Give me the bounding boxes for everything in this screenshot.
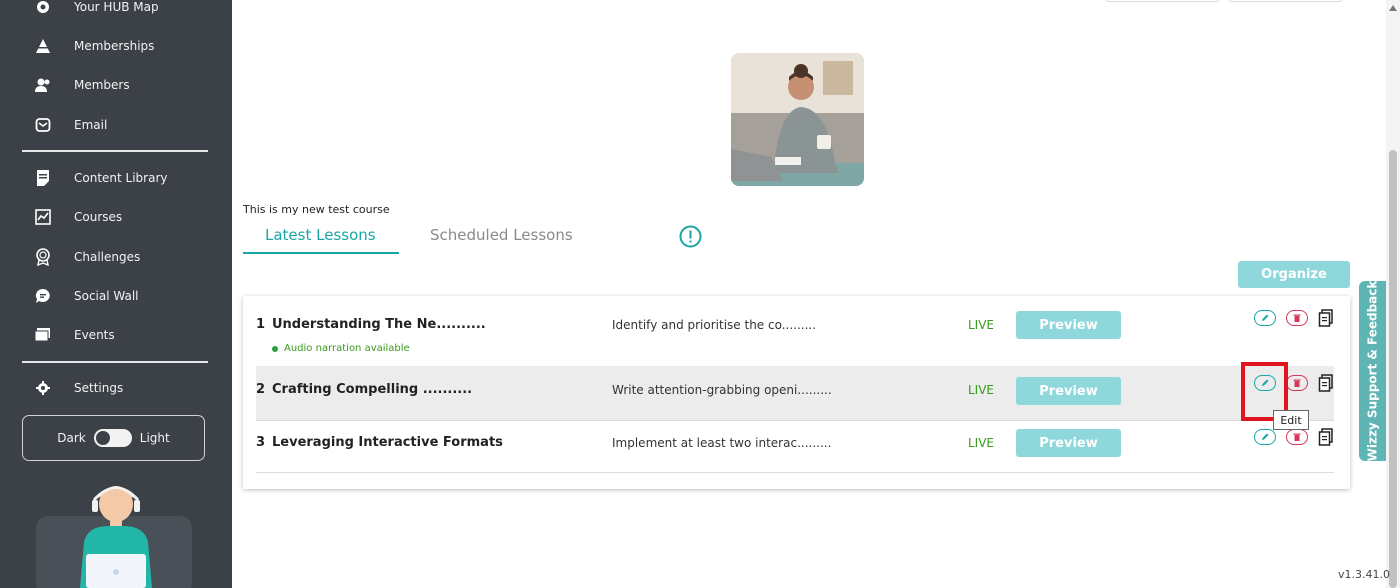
chart-board-icon xyxy=(34,208,52,226)
chat-bubble-icon xyxy=(34,287,52,305)
sidebar-item-label: Events xyxy=(74,328,115,342)
gear-badge-icon xyxy=(34,0,52,16)
sidebar-item-courses[interactable]: Courses xyxy=(0,202,232,232)
table-row: 1 Understanding The Ne.......... Audio n… xyxy=(256,296,1334,366)
sidebar-item-label: Settings xyxy=(74,381,124,395)
sidebar-item-label: Courses xyxy=(74,210,123,224)
delete-icon[interactable] xyxy=(1286,310,1308,326)
sidebar-item-content-library[interactable]: Content Library xyxy=(0,163,232,193)
audio-narration-label: Audio narration available xyxy=(284,343,410,354)
duplicate-icon[interactable] xyxy=(1318,309,1334,327)
lesson-description: Write attention-grabbing openi......... xyxy=(612,383,832,397)
sidebar-divider xyxy=(22,150,208,152)
feedback-label: Wizzy Support & Feedback xyxy=(1365,280,1380,462)
table-row: 2 Crafting Compelling .......... Write a… xyxy=(256,366,1334,420)
lesson-status: LIVE xyxy=(968,436,995,450)
sidebar-item-settings[interactable]: Settings xyxy=(0,373,232,403)
scrollbar[interactable] xyxy=(1386,0,1400,588)
course-thumbnail xyxy=(731,53,864,186)
sidebar-item-label: Your HUB Map xyxy=(74,0,159,14)
lesson-description: Identify and prioritise the co......... xyxy=(612,318,817,332)
top-action-button[interactable] xyxy=(1228,0,1343,2)
preview-button[interactable]: Preview xyxy=(1016,377,1121,405)
delete-icon[interactable] xyxy=(1286,429,1308,445)
sidebar-item-label: Content Library xyxy=(74,171,168,185)
sidebar-item-members[interactable]: Members xyxy=(0,70,232,100)
gear-icon xyxy=(34,379,52,397)
info-alert-icon[interactable] xyxy=(679,225,702,248)
document-icon xyxy=(34,169,52,187)
lesson-status: LIVE xyxy=(968,318,995,332)
calendar-stack-icon xyxy=(34,326,52,344)
lesson-number: 2 xyxy=(256,382,266,397)
theme-switcher: Dark Light xyxy=(22,415,205,461)
mail-icon xyxy=(34,116,52,134)
sidebar-divider xyxy=(22,361,208,363)
sidebar-item-social-wall[interactable]: Social Wall xyxy=(0,281,232,311)
sidebar-item-memberships[interactable]: Memberships xyxy=(0,31,232,61)
scroll-up-arrow-icon[interactable] xyxy=(1389,5,1397,11)
sidebar-item-label: Email xyxy=(74,118,108,132)
active-tab-indicator xyxy=(243,252,399,254)
top-action-button[interactable] xyxy=(1105,0,1220,2)
award-icon xyxy=(34,248,52,266)
users-icon xyxy=(34,76,52,94)
lesson-title[interactable]: Crafting Compelling .......... xyxy=(272,382,472,397)
lesson-number: 1 xyxy=(256,317,266,332)
sidebar: Your HUB Map Memberships Members Email C… xyxy=(0,0,232,588)
preview-button[interactable]: Preview xyxy=(1016,429,1121,457)
audio-narration-note: Audio narration available xyxy=(272,343,410,354)
sidebar-item-hub-map[interactable]: Your HUB Map xyxy=(0,0,232,22)
duplicate-icon[interactable] xyxy=(1318,428,1334,446)
lessons-table: 1 Understanding The Ne.......... Audio n… xyxy=(243,296,1350,489)
organize-button[interactable]: Organize xyxy=(1238,261,1350,288)
sidebar-item-label: Members xyxy=(74,78,130,92)
sidebar-item-challenges[interactable]: Challenges xyxy=(0,242,232,272)
edit-icon[interactable] xyxy=(1254,310,1276,326)
edit-icon[interactable] xyxy=(1254,429,1276,445)
lesson-number: 3 xyxy=(256,435,266,450)
lesson-status: LIVE xyxy=(968,383,995,397)
theme-toggle[interactable] xyxy=(93,429,132,447)
app-root: Your HUB Map Memberships Members Email C… xyxy=(0,0,1400,588)
lesson-description: Implement at least two interac......... xyxy=(612,436,832,450)
toggle-knob xyxy=(95,431,110,445)
sidebar-item-email[interactable]: Email xyxy=(0,110,232,140)
support-agent-illustration xyxy=(80,486,152,588)
table-row: 3 Leveraging Interactive Formats Impleme… xyxy=(256,421,1334,471)
delete-icon[interactable] xyxy=(1286,375,1308,391)
tab-scheduled-lessons[interactable]: Scheduled Lessons xyxy=(430,226,573,244)
status-dot-icon xyxy=(272,345,278,352)
feedback-tab[interactable]: Wizzy Support & Feedback xyxy=(1359,281,1386,461)
course-description: This is my new test course xyxy=(243,203,390,216)
theme-dark-label: Dark xyxy=(57,431,86,445)
sidebar-item-label: Memberships xyxy=(74,39,155,53)
version-label: v1.3.41.0 xyxy=(1338,568,1390,581)
sidebar-item-label: Challenges xyxy=(74,250,141,264)
row-divider xyxy=(256,472,1334,473)
lesson-title[interactable]: Understanding The Ne.......... xyxy=(272,317,486,332)
scrollbar-thumb[interactable] xyxy=(1389,150,1397,588)
pyramid-icon xyxy=(34,37,52,55)
sidebar-item-events[interactable]: Events xyxy=(0,320,232,350)
tab-latest-lessons[interactable]: Latest Lessons xyxy=(265,226,376,244)
lesson-title[interactable]: Leveraging Interactive Formats xyxy=(272,435,503,450)
theme-light-label: Light xyxy=(139,431,170,445)
duplicate-icon[interactable] xyxy=(1318,374,1334,392)
preview-button[interactable]: Preview xyxy=(1016,311,1121,339)
sidebar-item-label: Social Wall xyxy=(74,289,139,303)
edit-tooltip: Edit xyxy=(1273,410,1309,430)
